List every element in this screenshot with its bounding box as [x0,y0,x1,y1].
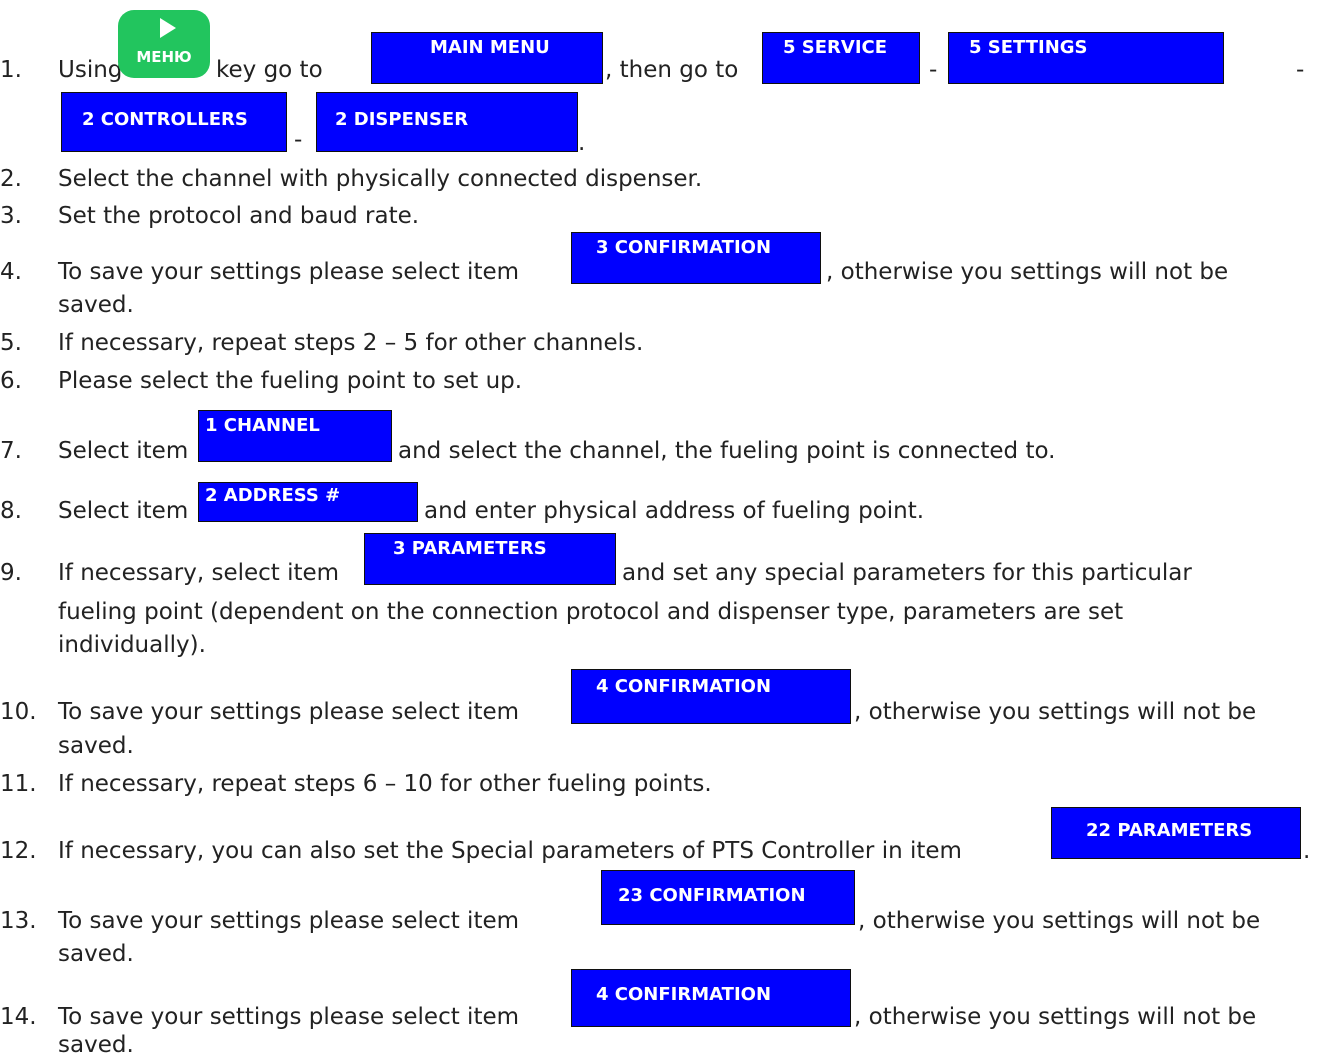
step-number: 8. [0,498,22,524]
menu-key: МЕНЮ [118,10,210,78]
separator-dash: - [929,57,938,83]
step-number: 1. [0,57,22,83]
step-text: To save your settings please select item [58,699,520,725]
step-text: Set the protocol and baud rate. [58,203,420,229]
step-number: 5. [0,330,22,356]
instruction-list: 1. Using МЕНЮ key go to MAIN MENU , then… [0,0,1323,1059]
step-text: , then go to [605,57,739,83]
menu-box-controllers: 2 CONTROLLERS [61,92,287,152]
step-text: and set any special parameters for this … [622,560,1192,586]
separator-dash: - [1296,57,1305,83]
step-text: Using [58,57,123,83]
step-text: and select the channel, the fueling poin… [398,438,1056,464]
step-text: , otherwise you settings will not be [858,908,1261,934]
step-text: key go to [216,57,323,83]
menu-box-channel: 1 CHANNEL [198,410,392,462]
step-text: To save your settings please select item [58,259,520,285]
step-number: 9. [0,560,22,586]
step-text-continued: saved. [58,1032,134,1058]
step-text: . [578,130,586,156]
step-text: , otherwise you settings will not be [854,1004,1257,1030]
step-text: and enter physical address of fueling po… [424,498,925,524]
step-text-continued: individually). [58,632,206,658]
menu-box-settings: 5 SETTINGS [948,32,1224,84]
step-text: Select the channel with physically conne… [58,166,703,192]
menu-box-parameters: 3 PARAMETERS [364,533,616,585]
step-text: . [1303,838,1311,864]
step-text: , otherwise you settings will not be [826,259,1229,285]
step-text: If necessary, repeat steps 6 – 10 for ot… [58,771,712,797]
step-number: 11. [0,771,37,797]
step-number: 3. [0,203,22,229]
menu-box-main-menu: MAIN MENU [371,32,603,84]
step-text-continued: saved. [58,733,134,759]
menu-box-confirmation: 3 CONFIRMATION [571,232,821,284]
step-number: 7. [0,438,22,464]
menu-box-service: 5 SERVICE [762,32,920,84]
step-text-continued: fueling point (dependent on the connecti… [58,599,1124,625]
step-text-continued: saved. [58,292,134,318]
step-text: To save your settings please select item [58,908,520,934]
step-text: Select item [58,438,189,464]
step-text: If necessary, you can also set the Speci… [58,838,962,864]
menu-box-address: 2 ADDRESS # [198,482,418,522]
step-text: Please select the fueling point to set u… [58,368,523,394]
step-text: Select item [58,498,189,524]
step-number: 6. [0,368,22,394]
step-text: If necessary, repeat steps 2 – 5 for oth… [58,330,644,356]
step-text: , otherwise you settings will not be [854,699,1257,725]
separator-dash: - [294,127,303,153]
step-number: 4. [0,259,22,285]
menu-box-confirmation: 4 CONFIRMATION [571,969,851,1027]
step-text-continued: saved. [58,941,134,967]
step-number: 10. [0,699,37,725]
menu-box-dispenser: 2 DISPENSER [316,92,578,152]
play-triangle-icon [160,18,177,38]
step-number: 12. [0,838,37,864]
menu-key-label: МЕНЮ [136,48,192,66]
step-number: 14. [0,1004,37,1030]
menu-box-confirmation: 4 CONFIRMATION [571,669,851,724]
step-number: 13. [0,908,37,934]
step-text: To save your settings please select item [58,1004,520,1030]
step-text: If necessary, select item [58,560,340,586]
menu-box-confirmation: 23 CONFIRMATION [601,870,855,925]
menu-box-parameters: 22 PARAMETERS [1051,807,1301,859]
step-number: 2. [0,166,22,192]
